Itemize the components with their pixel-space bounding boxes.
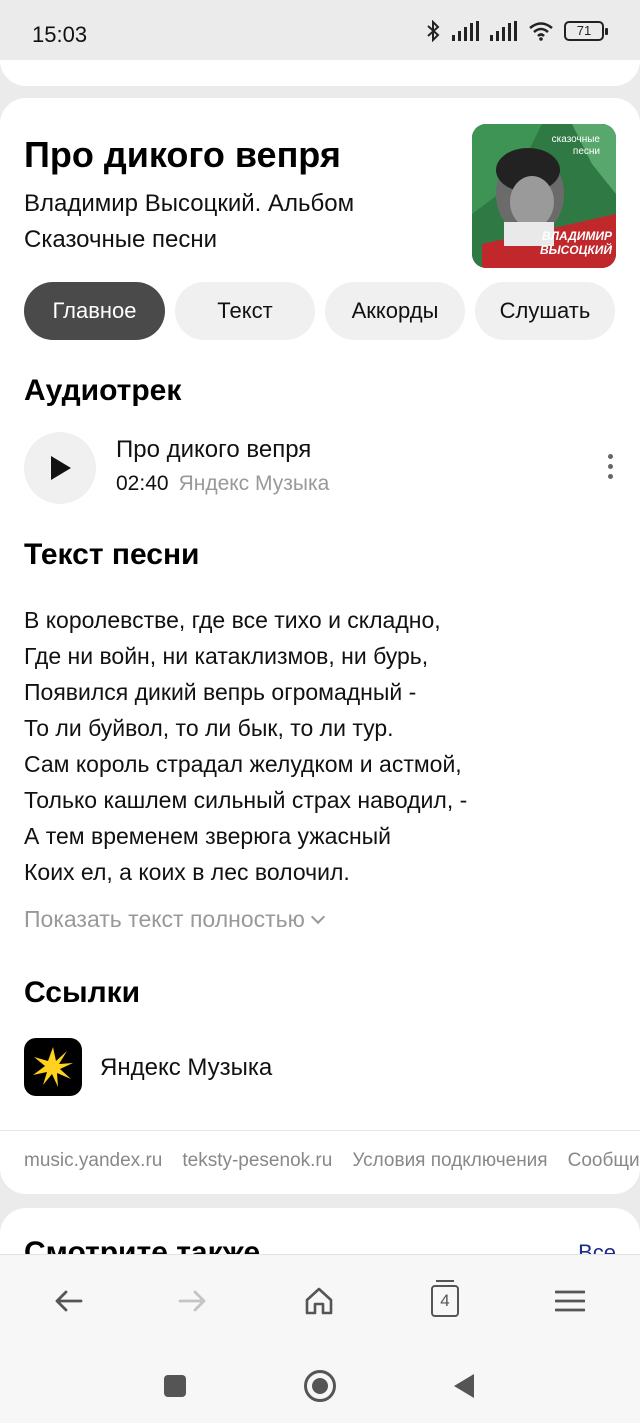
footer-link[interactable]: Условия подключения <box>352 1150 547 1172</box>
browser-nav-bar: 4 <box>0 1254 640 1346</box>
lyric-line: А тем временем зверюга ужасный <box>24 823 392 849</box>
menu-icon[interactable] <box>548 1281 592 1321</box>
yandex-music-link[interactable]: Яндекс Музыка <box>100 1054 272 1082</box>
battery-icon: 71 <box>564 21 608 41</box>
show-full-lyrics-link[interactable]: Показать текст полностью <box>24 906 325 933</box>
signal-icon <box>452 21 479 41</box>
tab-chords[interactable]: Аккорды <box>325 282 465 340</box>
forward-arrow-icon[interactable] <box>171 1281 215 1321</box>
divider <box>0 1130 640 1131</box>
recents-icon[interactable] <box>157 1368 193 1404</box>
svg-text:ВЛАДИМИР: ВЛАДИМИР <box>542 229 613 243</box>
lyrics-text: В королевстве, где все тихо и складно, Г… <box>24 602 614 890</box>
tab-bar: Главное Текст Аккорды Слушать <box>24 282 615 340</box>
song-card: Про дикого вепря Владимир Высоцкий. Альб… <box>0 98 640 1194</box>
album-cover-art: сказочные песни ВЛАДИМИР ВЫСОЦКИЙ <box>472 124 616 268</box>
back-arrow-icon[interactable] <box>46 1281 90 1321</box>
tabs-switcher-button[interactable]: 4 <box>423 1280 467 1321</box>
home-circle-icon[interactable] <box>302 1368 338 1404</box>
tab-lyrics[interactable]: Текст <box>175 282 315 340</box>
lyric-line: Только кашлем сильный страх наводил, - <box>24 787 468 813</box>
status-time: 15:03 <box>32 22 88 47</box>
track-duration: 02:40 <box>116 472 169 495</box>
footer-link[interactable]: Сообщить <box>568 1150 640 1172</box>
audio-heading: Аудиотрек <box>24 374 182 407</box>
svg-text:песни: песни <box>573 146 600 157</box>
back-triangle-icon[interactable] <box>446 1368 482 1404</box>
lyric-line: Коих ел, а коих в лес волочил. <box>24 859 350 885</box>
status-icons: 71 <box>424 20 608 42</box>
tabs-count-icon: 4 <box>431 1280 459 1317</box>
system-nav-bar <box>0 1346 640 1423</box>
bluetooth-icon <box>427 20 440 42</box>
home-icon[interactable] <box>297 1281 341 1321</box>
lyric-line: В королевстве, где все тихо и складно, <box>24 607 441 633</box>
chevron-down-icon <box>310 909 325 925</box>
wifi-icon <box>529 22 553 41</box>
more-options-icon[interactable] <box>604 454 616 482</box>
footer-link[interactable]: teksty-pesenok.ru <box>182 1150 332 1172</box>
play-button[interactable] <box>24 432 96 504</box>
status-bar: 15:03 71 <box>0 0 640 60</box>
tab-main[interactable]: Главное <box>24 282 165 340</box>
album-cover[interactable]: сказочные песни ВЛАДИМИР ВЫСОЦКИЙ <box>472 124 616 268</box>
yandex-music-logo-icon[interactable] <box>24 1038 82 1096</box>
lyric-line: То ли буйвол, то ли бык, то ли тур. <box>24 715 394 741</box>
lyric-line: Появился дикий вепрь огромадный - <box>24 679 417 705</box>
lyric-line: Где ни войн, ни катаклизмов, ни бурь, <box>24 643 429 669</box>
footer-links: music.yandex.ru teksty-pesenok.ru Услови… <box>24 1150 640 1172</box>
track-meta: 02:40 Яндекс Музыка <box>116 472 329 496</box>
lyrics-heading: Текст песни <box>24 538 200 571</box>
track-source: Яндекс Музыка <box>178 472 330 495</box>
track-title[interactable]: Про дикого вепря <box>116 436 311 464</box>
links-heading: Ссылки <box>24 976 141 1009</box>
svg-text:сказочные: сказочные <box>552 134 601 145</box>
signal-icon-2 <box>490 21 517 41</box>
lyric-line: Сам король страдал желудком и астмой, <box>24 751 462 777</box>
play-icon <box>51 456 71 480</box>
song-title: Про дикого вепря <box>24 134 341 175</box>
show-full-lyrics-label: Показать текст полностью <box>24 906 305 932</box>
song-subtitle: Владимир Высоцкий. Альбом Сказочные песн… <box>24 190 355 253</box>
tab-listen[interactable]: Слушать <box>475 282 615 340</box>
svg-text:ВЫСОЦКИЙ: ВЫСОЦКИЙ <box>540 241 612 257</box>
footer-link[interactable]: music.yandex.ru <box>24 1150 162 1172</box>
